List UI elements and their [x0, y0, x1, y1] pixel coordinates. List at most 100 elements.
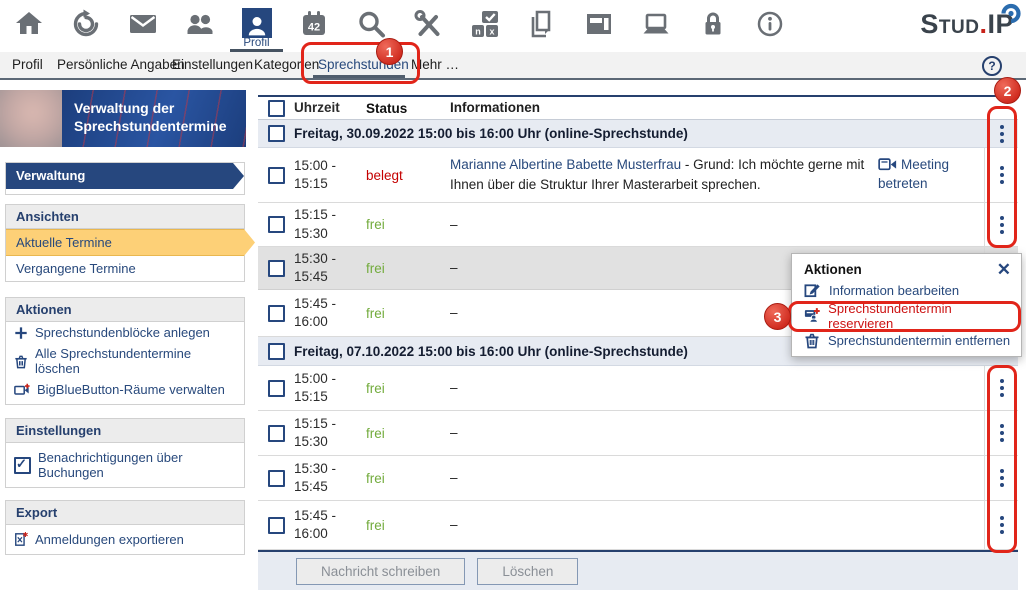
help-icon[interactable]: ?	[982, 56, 1002, 76]
files-icon[interactable]	[513, 0, 570, 52]
row-checkbox[interactable]	[268, 167, 285, 184]
time-cell: 15:15 -15:30	[294, 415, 366, 451]
setting-benachrichtigungen[interactable]: Benachrichtigungen über Buchungen	[6, 443, 244, 487]
join-meeting-link[interactable]: Meeting betreten	[878, 157, 949, 191]
kebab-menu-icon[interactable]	[994, 212, 1010, 238]
group-header-row: Freitag, 30.09.2022 15:00 bis 16:00 Uhr …	[258, 120, 1018, 148]
evaluation-icon[interactable]: nx	[456, 0, 513, 52]
video-camera-icon	[878, 158, 897, 171]
video-room-icon	[14, 383, 30, 397]
info-cell: Marianne Albertine Babette Musterfrau - …	[450, 155, 878, 194]
notifications-checkbox[interactable]	[14, 457, 31, 474]
action-anmeldungen-exportieren[interactable]: ✱ Anmeldungen exportieren	[6, 525, 244, 554]
tools-icon[interactable]	[399, 0, 456, 52]
plus-icon	[14, 326, 28, 340]
tab-mehr[interactable]: Mehr …	[411, 57, 459, 72]
sidebar-item-vergangene-termine[interactable]: Vergangene Termine	[6, 256, 244, 281]
time-cell: 15:15 -15:30	[294, 206, 366, 242]
action-label: BigBlueButton-Räume verwalten	[37, 382, 225, 397]
group-label: Freitag, 30.09.2022 15:00 bis 16:00 Uhr …	[294, 126, 985, 141]
info-cell: –	[450, 515, 878, 535]
home-icon[interactable]	[0, 0, 57, 52]
delete-button[interactable]: Löschen	[477, 558, 578, 585]
time-cell: 15:45 -16:00	[294, 295, 366, 331]
action-alle-termine-loeschen[interactable]: Alle Sprechstundentermine löschen	[6, 343, 244, 379]
trash-icon	[804, 332, 820, 349]
widget-ansichten: Ansichten Aktuelle Termine Vergangene Te…	[5, 204, 245, 282]
tab-persoenliche-angaben[interactable]: Persönliche Angaben	[57, 57, 185, 72]
table-row: 15:15 -15:30 frei –	[258, 411, 1018, 456]
tab-kategorien[interactable]: Kategorien	[254, 57, 319, 72]
kebab-menu-icon[interactable]	[994, 465, 1010, 491]
profile-icon-label: Profil	[228, 37, 285, 49]
tab-profil[interactable]: Profil	[12, 57, 43, 72]
search-icon[interactable]	[342, 0, 399, 52]
kebab-menu-icon[interactable]	[994, 162, 1010, 188]
status-badge: belegt	[366, 168, 450, 183]
status-badge: frei	[366, 426, 450, 441]
column-header-status: Status	[366, 101, 450, 116]
row-checkbox[interactable]	[268, 470, 285, 487]
logo-swoosh-icon	[999, 1, 1022, 32]
group-checkbox[interactable]	[268, 343, 285, 360]
menu-item-sprechstundentermin-reservieren[interactable]: Sprechstundentermin reservieren	[804, 303, 1011, 328]
schedule-icon[interactable]: 42	[285, 0, 342, 52]
row-checkbox[interactable]	[268, 425, 285, 442]
write-message-button[interactable]: Nachricht schreiben	[296, 558, 465, 585]
studip-logo: Stud.IP	[920, 9, 1014, 40]
aktionen-popup: Aktionen ✕ Information bearbeiten Sprech…	[791, 253, 1022, 357]
mail-icon[interactable]	[114, 0, 171, 52]
row-checkbox[interactable]	[268, 380, 285, 397]
table-row: 15:30 -15:45 frei –	[258, 456, 1018, 501]
export-icon: ✱	[14, 532, 28, 547]
profile-icon[interactable]: Profil	[228, 0, 285, 52]
table-footer: Nachricht schreiben Löschen	[258, 550, 1018, 590]
menu-item-information-bearbeiten[interactable]: Information bearbeiten	[804, 278, 1011, 303]
svg-text:✱: ✱	[22, 532, 28, 539]
action-sprechstundenbloecke-anlegen[interactable]: Sprechstundenblöcke anlegen	[6, 322, 244, 343]
person-link[interactable]: Marianne Albertine Babette Musterfrau	[450, 157, 681, 172]
kebab-menu-icon[interactable]	[994, 420, 1010, 446]
group-checkbox[interactable]	[268, 125, 285, 142]
kebab-menu-icon[interactable]	[994, 512, 1010, 538]
sidebar-banner: Verwaltung der Sprechstundentermine	[0, 90, 246, 147]
menu-item-sprechstundentermin-entfernen[interactable]: Sprechstundentermin entfernen	[804, 328, 1011, 353]
info-cell: –	[450, 423, 878, 443]
kebab-menu-icon[interactable]	[994, 121, 1010, 147]
page-title: Verwaltung der Sprechstundentermine	[74, 100, 226, 134]
status-badge: frei	[366, 306, 450, 321]
table-row: 15:00 -15:15 frei –	[258, 366, 1018, 411]
widget-export-title: Export	[6, 501, 244, 525]
setting-label: Benachrichtigungen über Buchungen	[38, 450, 236, 480]
status-badge: frei	[366, 471, 450, 486]
table-row: 15:00 -15:15 belegt Marianne Albertine B…	[258, 148, 1018, 203]
computer-icon[interactable]	[627, 0, 684, 52]
meeting-cell: Meeting betreten	[878, 156, 984, 194]
community-icon[interactable]	[171, 0, 228, 52]
select-all-checkbox[interactable]	[268, 100, 285, 117]
page-title-banner: Verwaltung der Sprechstundentermine	[62, 90, 246, 147]
widget-aktionen-title: Aktionen	[6, 298, 244, 322]
active-tab-underline	[313, 75, 405, 78]
news-icon[interactable]	[570, 0, 627, 52]
menu-item-label: Sprechstundentermin entfernen	[828, 333, 1010, 348]
table-row: 15:15 -15:30 frei –	[258, 203, 1018, 247]
row-checkbox[interactable]	[268, 305, 285, 322]
widget-einstellungen-title: Einstellungen	[6, 419, 244, 443]
lock-icon[interactable]	[684, 0, 741, 52]
sidebar-item-aktuelle-termine[interactable]: Aktuelle Termine	[6, 229, 244, 256]
row-checkbox[interactable]	[268, 517, 285, 534]
action-bbb-raeume-verwalten[interactable]: BigBlueButton-Räume verwalten	[6, 379, 244, 404]
column-header-uhrzeit: Uhrzeit	[294, 99, 366, 117]
action-label: Anmeldungen exportieren	[35, 532, 184, 547]
widget-aktionen: Aktionen Sprechstundenblöcke anlegen All…	[5, 297, 245, 405]
row-checkbox[interactable]	[268, 216, 285, 233]
close-icon[interactable]: ✕	[997, 261, 1011, 278]
kebab-menu-icon[interactable]	[994, 375, 1010, 401]
tab-einstellungen[interactable]: Einstellungen	[172, 57, 253, 72]
info-icon[interactable]	[741, 0, 798, 52]
planner-icon[interactable]	[57, 0, 114, 52]
tab-sprechstunden[interactable]: Sprechstunden	[318, 57, 409, 72]
row-checkbox[interactable]	[268, 260, 285, 277]
menu-item-label: Sprechstundentermin reservieren	[828, 301, 1011, 331]
